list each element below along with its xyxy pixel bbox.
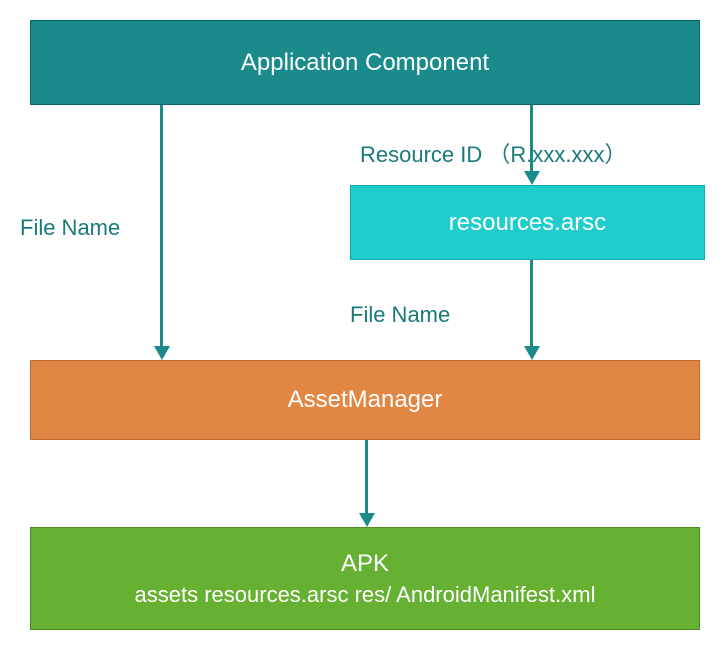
apk-subtitle: assets resources.arsc res/ AndroidManife… [135,582,596,608]
apk-box: APK assets resources.arsc res/ AndroidMa… [30,527,700,630]
application-component-box: Application Component [30,20,700,105]
asset-manager-box: AssetManager [30,360,700,440]
resources-arsc-label: resources.arsc [449,209,606,237]
arrow-appcomp-to-assetmgr [160,105,163,348]
arrow-appcomp-to-resources [530,105,533,173]
file-name-left-label: File Name [20,215,120,241]
arrow-resources-to-assetmgr [530,260,533,348]
resource-id-label: Resource ID （R.xxx.xxx） [360,137,627,169]
apk-title: APK [341,550,389,578]
resources-arsc-box: resources.arsc [350,185,705,260]
asset-manager-label: AssetManager [288,386,443,414]
arrow-assetmgr-to-apk [365,440,368,515]
arrow-head-3 [524,346,540,360]
file-name-middle-label: File Name [350,302,450,328]
application-component-label: Application Component [241,49,489,77]
arrow-head-2 [524,171,540,185]
arrow-head-1 [154,346,170,360]
arrow-head-4 [359,513,375,527]
